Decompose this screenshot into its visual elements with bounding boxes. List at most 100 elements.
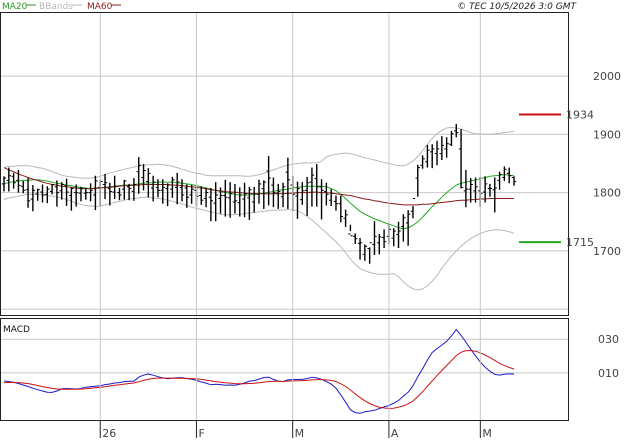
ohlc-bar bbox=[203, 187, 209, 208]
ohlc-bar bbox=[69, 187, 74, 211]
ohlc-bar bbox=[21, 180, 26, 194]
ohlc-bar bbox=[213, 182, 218, 222]
ohlc-bar bbox=[175, 172, 180, 205]
price-y-tick-label: 1700 bbox=[593, 245, 621, 258]
ohlc-bar bbox=[502, 166, 507, 181]
ohlc-bar bbox=[444, 137, 449, 158]
ohlc-bar bbox=[117, 187, 122, 201]
ohlc-bar bbox=[420, 155, 425, 169]
ohlc-bar bbox=[353, 233, 358, 244]
ohlc-bar bbox=[357, 238, 363, 260]
level-marker-label: 1934 bbox=[566, 109, 594, 122]
ohlc-bar bbox=[367, 242, 372, 264]
x-tick-label: A bbox=[391, 427, 399, 440]
ohlc-bar bbox=[131, 178, 137, 201]
ohlc-bar bbox=[439, 136, 445, 161]
ohlc-bar bbox=[141, 164, 146, 191]
x-tick-label: M bbox=[295, 427, 305, 440]
ohlc-bar bbox=[372, 221, 377, 255]
macd-panel-frame bbox=[0, 318, 569, 421]
ohlc-bar bbox=[199, 186, 204, 205]
ohlc-bar bbox=[136, 157, 141, 194]
price-panel-frame bbox=[0, 12, 569, 316]
ohlc-bar bbox=[333, 195, 339, 211]
ohlc-bar bbox=[362, 244, 368, 261]
ohlc-bar bbox=[232, 183, 238, 214]
ohlc-bar bbox=[434, 140, 440, 166]
chart-svg: 19341715 2000190018001700 030010 26 F M A M … bbox=[0, 2, 621, 440]
ohlc-bar bbox=[430, 144, 435, 169]
ohlc-bar bbox=[189, 185, 194, 204]
ohlc-bar bbox=[458, 129, 464, 189]
ohlc-bar bbox=[30, 185, 36, 212]
ohlc-bar bbox=[160, 179, 165, 204]
ohlc-bar bbox=[237, 187, 242, 217]
macd-panel-title: MACD bbox=[3, 325, 30, 335]
ohlc-bar bbox=[59, 182, 64, 200]
ohlc-bar bbox=[247, 186, 252, 221]
copyright-notice: © TEC 10/5/2026 3:0 GMT bbox=[457, 2, 577, 12]
ohlc-bar bbox=[266, 155, 271, 206]
macd-line-macd bbox=[3, 328, 515, 414]
ohlc-bar bbox=[497, 171, 502, 190]
ohlc-bar bbox=[223, 179, 228, 217]
chart-stage: 1934 1715 2000 1900 1800 1700 030 010 26 F M A M … bbox=[0, 0, 627, 440]
x-tick-label: F bbox=[198, 427, 204, 440]
ohlc-bar bbox=[227, 182, 233, 218]
ohlc-bar bbox=[304, 176, 310, 216]
ohlc-bar bbox=[45, 186, 50, 204]
ohlc-bar bbox=[179, 179, 185, 202]
ohlc-bar bbox=[6, 167, 12, 192]
ohlc-bar bbox=[280, 182, 286, 208]
ohlc-bar bbox=[487, 183, 493, 197]
ohlc-bar bbox=[511, 176, 517, 186]
ohlc-bar bbox=[396, 221, 401, 248]
ohlc-bar bbox=[11, 172, 16, 189]
ohlc-bar bbox=[492, 177, 497, 213]
ohlc-bar bbox=[78, 186, 84, 202]
ohlc-bar bbox=[242, 182, 247, 218]
ohlc-bar bbox=[102, 173, 108, 200]
ohlc-bar bbox=[328, 189, 334, 207]
ohlc-bar bbox=[338, 195, 343, 223]
ohlc-bar bbox=[415, 164, 420, 197]
macd-y-tick-label: 030 bbox=[598, 333, 619, 346]
ohlc-bar bbox=[261, 180, 267, 209]
ohlc-bar bbox=[449, 130, 454, 147]
price-y-tick-label: 1900 bbox=[593, 128, 621, 141]
ohlc-bar bbox=[40, 184, 45, 203]
price-y-tick-label: 2000 bbox=[593, 70, 621, 83]
header-legend: MA20 BBands MA60 bbox=[2, 2, 121, 12]
macd-y-tick-label: 010 bbox=[598, 367, 619, 380]
ohlc-bar bbox=[343, 209, 348, 228]
ohlc-bar bbox=[454, 123, 459, 138]
series-line-bbands-lower bbox=[3, 193, 515, 291]
ohlc-bar bbox=[410, 197, 416, 219]
ohlc-bar bbox=[184, 184, 190, 208]
ohlc-bar bbox=[165, 183, 170, 207]
ohlc-bar bbox=[309, 167, 315, 207]
legend-ma20-label: MA20 bbox=[2, 2, 28, 12]
ohlc-bar bbox=[122, 179, 127, 200]
ohlc-bar bbox=[391, 228, 396, 247]
ohlc-bar bbox=[314, 164, 319, 207]
ohlc-bar bbox=[348, 224, 353, 237]
ohlc-bar bbox=[473, 177, 478, 203]
ohlc-bar bbox=[381, 229, 387, 248]
ohlc-bar bbox=[463, 169, 469, 208]
level-marker-label: 1715 bbox=[566, 236, 594, 249]
ohlc-bar bbox=[319, 179, 324, 220]
legend-bbands-label: BBands bbox=[39, 2, 73, 12]
ohlc-bar bbox=[276, 183, 281, 209]
ohlc-bar bbox=[256, 179, 262, 204]
ohlc-bar bbox=[83, 187, 88, 200]
ohlc-bar bbox=[401, 214, 406, 242]
ohlc-bar bbox=[300, 182, 305, 205]
legend-ma60-label: MA60 bbox=[87, 2, 113, 12]
ohlc-bar bbox=[425, 144, 430, 168]
ohlc-bar bbox=[251, 186, 257, 213]
price-y-tick-label: 1800 bbox=[593, 187, 621, 200]
x-tick-label: 26 bbox=[102, 427, 116, 440]
ohlc-bar bbox=[126, 183, 132, 201]
ohlc-bar bbox=[54, 180, 60, 207]
